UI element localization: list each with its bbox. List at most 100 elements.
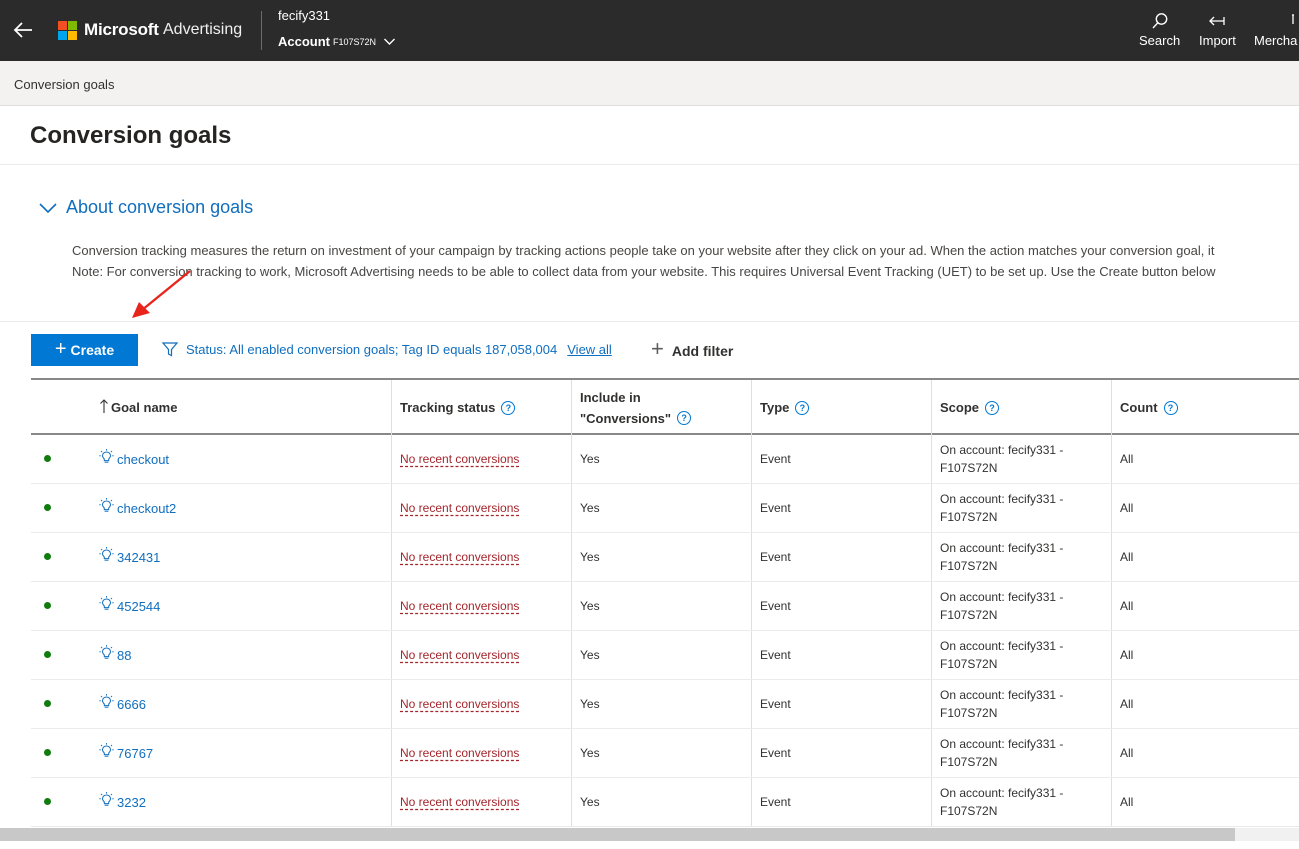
table-row: 6666 No recent conversions Yes Event On acco…	[31, 680, 1299, 729]
goal-name-link[interactable]: 3232	[99, 791, 146, 810]
header-search-button[interactable]: Search	[1139, 12, 1180, 48]
tracking-status-cell: No recent conversions	[391, 680, 571, 728]
merchant-icon	[1292, 14, 1294, 24]
add-filter-button[interactable]: + Add filter	[651, 338, 734, 360]
create-button[interactable]: + Create	[31, 334, 138, 366]
tracking-status-cell: No recent conversions	[391, 582, 571, 630]
column-scope[interactable]: Scope ?	[931, 380, 1111, 435]
goal-name-link[interactable]: 452544	[99, 595, 160, 614]
view-all-link[interactable]: View all	[567, 342, 612, 357]
enabled-status-dot	[44, 504, 51, 511]
goal-name-cell: checkout2	[91, 484, 391, 532]
add-filter-label: Add filter	[671, 342, 734, 359]
status-cell	[31, 533, 91, 581]
lightbulb-icon	[99, 448, 114, 463]
goal-name-link[interactable]: checkout	[99, 448, 170, 467]
count-cell: All	[1111, 778, 1293, 826]
goal-name-cell: 452544	[91, 582, 391, 630]
import-icon	[1209, 16, 1226, 26]
scope-line1: On account: fecify331 -	[940, 492, 1064, 506]
column-count[interactable]: Count ?	[1111, 380, 1293, 435]
tracking-status-link[interactable]: No recent conversions	[400, 746, 519, 760]
tracking-status-link[interactable]: No recent conversions	[400, 648, 519, 662]
goal-name-link[interactable]: 342431	[99, 546, 160, 565]
table-body: checkout No recent conversions Yes Event On …	[31, 435, 1299, 827]
goal-name-link[interactable]: 88	[99, 644, 131, 663]
tracking-status-cell: No recent conversions	[391, 631, 571, 679]
help-icon[interactable]: ?	[985, 400, 1000, 415]
lightbulb-icon	[99, 546, 114, 561]
horizontal-scrollbar-thumb[interactable]	[0, 828, 1235, 841]
scope-line2: F107S72N	[940, 706, 998, 720]
column-type[interactable]: Type ?	[751, 380, 931, 435]
enabled-status-dot	[44, 798, 51, 805]
type-cell: Event	[751, 729, 931, 777]
status-cell	[31, 582, 91, 630]
status-filter[interactable]: Status: All enabled conversion goals; Ta…	[162, 342, 612, 357]
tracking-status-link[interactable]: No recent conversions	[400, 550, 519, 564]
back-arrow-icon[interactable]	[12, 18, 34, 42]
tracking-status-cell: No recent conversions	[391, 484, 571, 532]
header-search-label: Search	[1139, 33, 1181, 48]
header-merchant-button[interactable]: Mercha	[1254, 12, 1297, 48]
help-icon[interactable]: ?	[501, 400, 516, 415]
goal-name-link[interactable]: 6666	[99, 693, 146, 712]
header-merchant-label: Mercha	[1254, 33, 1298, 48]
column-include-label-line2: "Conversions"	[580, 410, 672, 426]
enabled-status-dot	[44, 602, 51, 609]
scope-line2: F107S72N	[940, 559, 998, 573]
goal-name-cell: 3232	[91, 778, 391, 826]
column-type-label: Type	[760, 400, 790, 415]
scope-line2: F107S72N	[940, 461, 998, 475]
scope-line2: F107S72N	[940, 608, 998, 622]
scope-cell: On account: fecify331 - F107S72N	[931, 778, 1111, 826]
type-cell: Event	[751, 533, 931, 581]
table-row: 88 No recent conversions Yes Event On accoun…	[31, 631, 1299, 680]
type-cell: Event	[751, 680, 931, 728]
goal-name-text: checkout	[117, 451, 170, 467]
tracking-status-cell: No recent conversions	[391, 729, 571, 777]
tracking-status-link[interactable]: No recent conversions	[400, 697, 519, 711]
scope-cell: On account: fecify331 - F107S72N	[931, 484, 1111, 532]
header-import-label: Import	[1199, 33, 1236, 48]
column-tracking-status[interactable]: Tracking status ?	[391, 380, 571, 435]
type-cell: Event	[751, 484, 931, 532]
scope-cell: On account: fecify331 - F107S72N	[931, 582, 1111, 630]
filter-text: Status: All enabled conversion goals; Ta…	[186, 342, 558, 357]
tracking-status-link[interactable]: No recent conversions	[400, 501, 519, 515]
goal-name-link[interactable]: checkout2	[99, 497, 176, 516]
tracking-status-link[interactable]: No recent conversions	[400, 452, 519, 466]
column-scope-label: Scope	[940, 400, 980, 415]
tracking-status-link[interactable]: No recent conversions	[400, 795, 519, 809]
column-include-in-conversions[interactable]: Include in "Conversions" ?	[571, 380, 751, 435]
goal-name-cell: 88	[91, 631, 391, 679]
scope-cell: On account: fecify331 - F107S72N	[931, 533, 1111, 581]
header-import-button[interactable]: Import	[1199, 12, 1236, 48]
tracking-status-cell: No recent conversions	[391, 435, 571, 483]
enabled-status-dot	[44, 700, 51, 707]
goal-name-text: 76767	[117, 745, 154, 761]
scope-cell: On account: fecify331 - F107S72N	[931, 435, 1111, 483]
column-goal-name[interactable]: Goal name	[91, 380, 391, 435]
scope-line1: On account: fecify331 -	[940, 737, 1064, 751]
search-icon	[1152, 13, 1167, 29]
type-cell: Event	[751, 435, 931, 483]
tracking-status-link[interactable]: No recent conversions	[400, 599, 519, 613]
account-switcher[interactable]: Account F107S72N	[278, 34, 396, 49]
about-conversion-goals-toggle[interactable]: About conversion goals	[38, 197, 253, 218]
help-icon[interactable]: ?	[795, 400, 810, 415]
lightbulb-icon	[99, 742, 114, 757]
status-cell	[31, 631, 91, 679]
scope-cell: On account: fecify331 - F107S72N	[931, 631, 1111, 679]
include-cell: Yes	[571, 582, 751, 630]
top-bar: Microsoft Advertising fecify331 Account …	[0, 0, 1299, 61]
goal-name-link[interactable]: 76767	[99, 742, 154, 761]
include-cell: Yes	[571, 435, 751, 483]
include-cell: Yes	[571, 778, 751, 826]
status-cell	[31, 680, 91, 728]
help-icon[interactable]: ?	[1163, 400, 1178, 415]
help-icon[interactable]: ?	[677, 411, 692, 425]
include-cell: Yes	[571, 484, 751, 532]
about-title: About conversion goals	[66, 197, 254, 217]
header-divider	[261, 11, 262, 50]
